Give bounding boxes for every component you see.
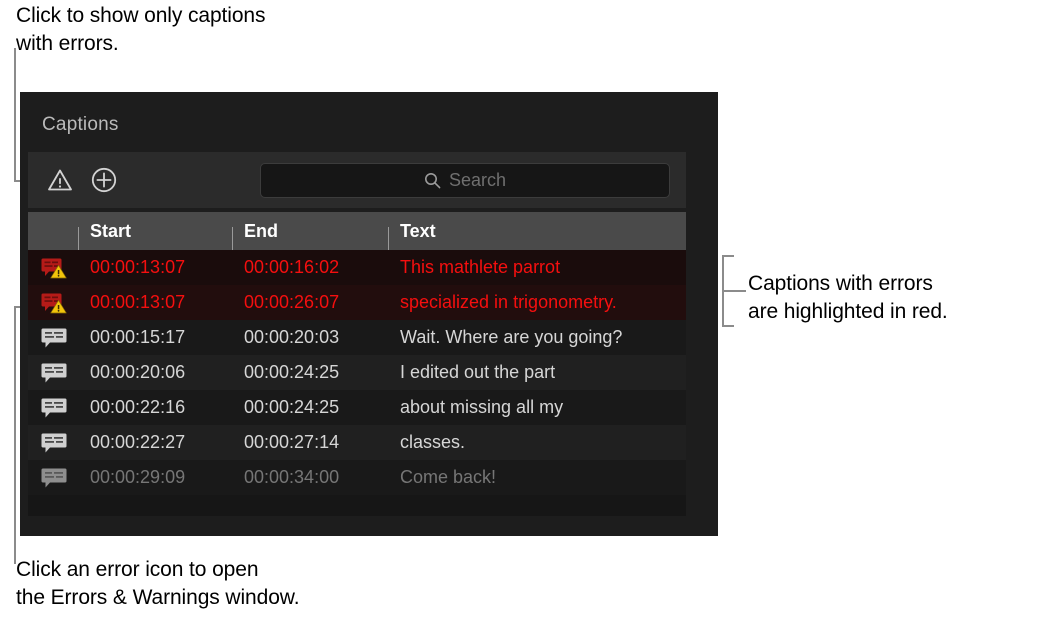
bracket-bottom-arm [722, 325, 734, 327]
cell-end: 00:00:34:00 [232, 467, 388, 488]
table-row[interactable]: 00:00:22:1600:00:24:25about missing all … [28, 390, 686, 425]
cell-text: Come back! [388, 467, 686, 488]
search-icon [424, 172, 441, 189]
leader-line-top-vertical [14, 48, 16, 182]
column-header-start[interactable]: Start [78, 221, 232, 242]
table-row[interactable]: 00:00:15:1700:00:20:03Wait. Where are yo… [28, 320, 686, 355]
table-row[interactable]: 00:00:20:0600:00:24:25I edited out the p… [28, 355, 686, 390]
captions-table: Start End Text 00:00:13:0700:00:16:02Thi… [28, 212, 686, 516]
cell-start: 00:00:22:16 [78, 397, 232, 418]
table-row[interactable]: 00:00:29:0900:00:34:00Come back! [28, 460, 686, 495]
cell-end: 00:00:16:02 [232, 257, 388, 278]
caption-icon [28, 432, 78, 454]
cell-end: 00:00:24:25 [232, 397, 388, 418]
plus-circle-icon[interactable] [87, 163, 121, 197]
caption-icon [28, 397, 78, 419]
annotation-right: Captions with errors are highlighted in … [748, 270, 1048, 326]
table-row[interactable]: 00:00:13:0700:00:26:07specialized in tri… [28, 285, 686, 320]
caption-icon [28, 362, 78, 384]
column-header-text[interactable]: Text [388, 221, 686, 242]
cell-end: 00:00:27:14 [232, 432, 388, 453]
cell-start: 00:00:13:07 [78, 292, 232, 313]
annotation-bracket [722, 255, 748, 327]
table-row[interactable]: 00:00:13:0700:00:16:02This mathlete parr… [28, 250, 686, 285]
cell-end: 00:00:20:03 [232, 327, 388, 348]
cell-start: 00:00:20:06 [78, 362, 232, 383]
cell-start: 00:00:22:27 [78, 432, 232, 453]
leader-line-bottom-vertical [14, 306, 16, 564]
cell-end: 00:00:26:07 [232, 292, 388, 313]
caption-icon [28, 327, 78, 349]
column-header-end[interactable]: End [232, 221, 388, 242]
cell-text: I edited out the part [388, 362, 686, 383]
cell-start: 00:00:13:07 [78, 257, 232, 278]
caption-icon-dim [28, 467, 78, 489]
search-placeholder: Search [449, 170, 506, 191]
caption-error-icon[interactable] [28, 292, 78, 314]
cell-end: 00:00:24:25 [232, 362, 388, 383]
cell-start: 00:00:15:17 [78, 327, 232, 348]
panel-title: Captions [42, 114, 119, 136]
table-header-row: Start End Text [28, 212, 686, 250]
cell-text: classes. [388, 432, 686, 453]
cell-text: about missing all my [388, 397, 686, 418]
captions-toolbar: Search [28, 152, 686, 208]
cell-start: 00:00:29:09 [78, 467, 232, 488]
table-body: 00:00:13:0700:00:16:02This mathlete parr… [28, 250, 686, 495]
annotation-bottom: Click an error icon to open the Errors &… [16, 556, 436, 612]
cell-text: Wait. Where are you going? [388, 327, 686, 348]
cell-text: specialized in trigonometry. [388, 292, 686, 313]
table-row[interactable]: 00:00:22:2700:00:27:14classes. [28, 425, 686, 460]
cell-text: This mathlete parrot [388, 257, 686, 278]
search-input[interactable]: Search [260, 163, 670, 198]
warning-triangle-icon[interactable] [43, 163, 77, 197]
bracket-pointer [722, 290, 746, 292]
bracket-top-arm [722, 255, 734, 257]
annotation-top: Click to show only captions with errors. [16, 2, 436, 58]
caption-error-icon[interactable] [28, 257, 78, 279]
